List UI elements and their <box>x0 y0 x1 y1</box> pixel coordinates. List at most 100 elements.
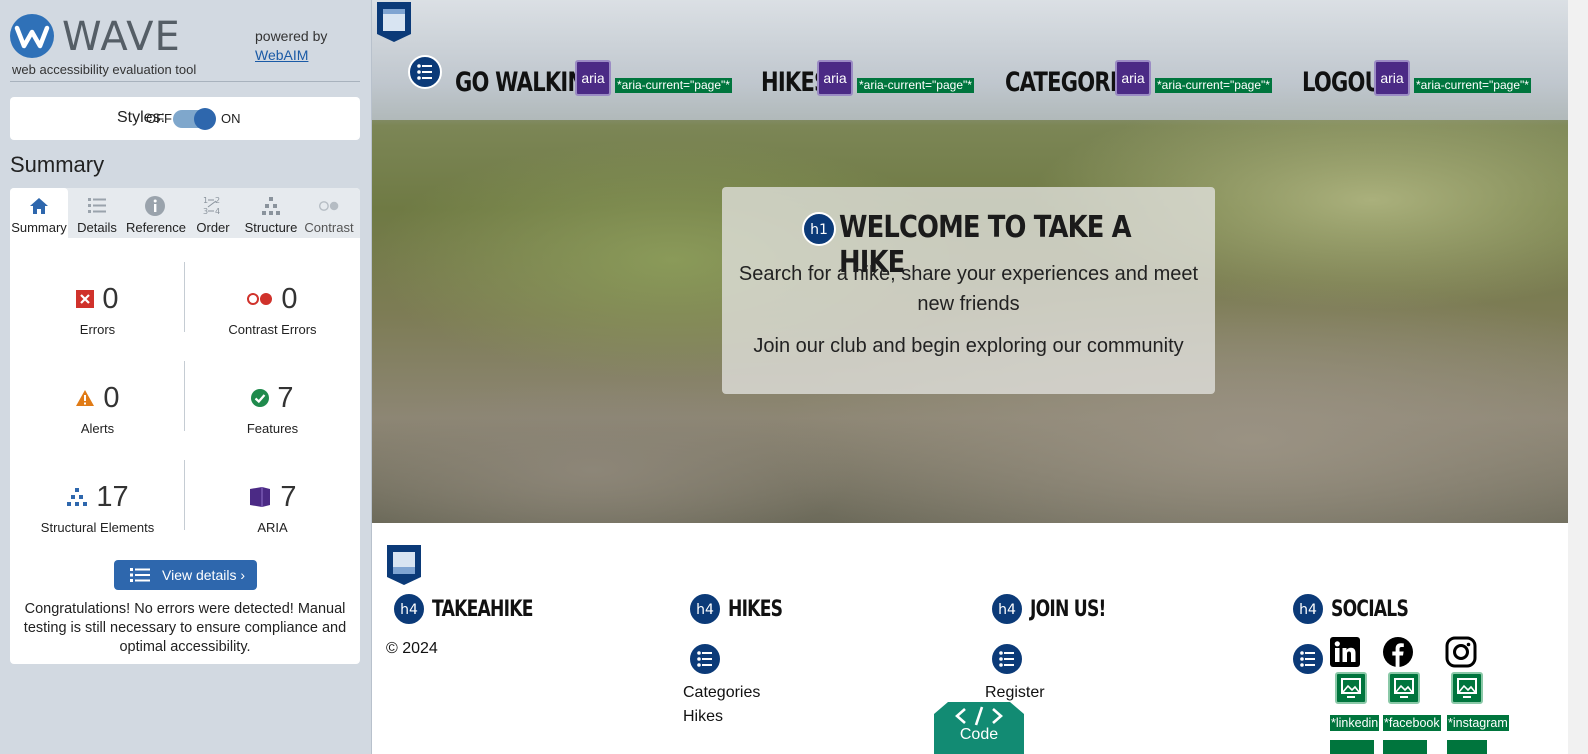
structural-count: 17 <box>96 480 129 513</box>
stat-aria[interactable]: 7 ARIA <box>185 462 360 552</box>
aria-cube-icon <box>250 487 271 507</box>
section-title: Summary <box>10 152 105 177</box>
contrast-errors-count: 0 <box>281 282 298 315</box>
tab-reference[interactable]: Reference <box>126 188 186 238</box>
footer-title: HIKES <box>728 596 783 622</box>
features-label: Features <box>246 421 299 436</box>
tab-label: Details <box>77 220 117 235</box>
footer-landmark-icon <box>387 545 421 585</box>
facebook-icon[interactable] <box>1382 636 1414 668</box>
summary-panel: Summary Details Reference 1234 Order Str… <box>10 188 360 664</box>
wave-logo-icon <box>10 14 54 58</box>
linked-image-icon <box>1335 672 1367 704</box>
nav-list-icon <box>408 55 442 89</box>
h4-badge-icon: h4 <box>392 592 426 626</box>
features-count: 7 <box>277 381 294 414</box>
aria-icon: aria <box>817 60 853 96</box>
tab-bar: Summary Details Reference 1234 Order Str… <box>10 188 360 238</box>
wave-brand: WAVE <box>62 14 181 60</box>
page-scrollbar[interactable] <box>1568 0 1588 754</box>
info-icon <box>145 196 165 216</box>
tab-summary[interactable]: Summary <box>10 188 68 238</box>
alerts-count: 0 <box>103 381 120 414</box>
svg-text:h4: h4 <box>998 602 1016 618</box>
svg-text:h4: h4 <box>696 602 714 618</box>
footer-link-hikes[interactable]: Hikes <box>683 708 723 726</box>
styles-off-label: OFF <box>146 111 172 126</box>
tab-details[interactable]: Details <box>68 188 126 238</box>
contrast-icon <box>319 201 339 211</box>
aria-count: 7 <box>280 480 297 513</box>
footer-link-categories[interactable]: Categories <box>683 684 760 702</box>
error-icon <box>76 290 95 308</box>
footer-heading-hikes: h4 HIKES <box>688 592 798 626</box>
aria-icon: aria <box>1374 60 1410 96</box>
tab-structure[interactable]: Structure <box>242 188 300 238</box>
tab-label: Contrast <box>304 220 354 235</box>
contrast-error-icon <box>247 293 273 305</box>
svg-text:2: 2 <box>215 196 220 205</box>
h4-badge-icon: h4 <box>688 592 722 626</box>
structure-icon <box>67 488 88 506</box>
h1-badge-icon: h1 <box>802 212 836 246</box>
linked-image-icon <box>1388 672 1420 704</box>
tab-label: Structure <box>244 220 298 235</box>
stat-structural[interactable]: 17 Structural Elements <box>10 462 185 552</box>
header-landmark-icon <box>377 2 411 42</box>
alert-icon <box>76 390 95 406</box>
stat-alerts[interactable]: 0 Alerts <box>10 363 185 453</box>
footer-heading-takeahike: h4 TAKEAHIKE <box>392 592 561 626</box>
footer-title: JOIN US! <box>1030 596 1106 622</box>
styles-toggle-box: Styles: OFF ON <box>10 97 360 140</box>
alt-label-overflow <box>1383 740 1427 754</box>
code-toggle-button[interactable]: Code <box>934 700 1024 754</box>
contrast-errors-label: Contrast Errors <box>228 322 317 337</box>
wave-subtitle: web accessibility evaluation tool <box>12 62 197 77</box>
svg-text:h4: h4 <box>1299 602 1317 618</box>
aria-current-label: *aria-current="page"* <box>857 78 974 93</box>
linkedin-alt-label: *linkedin <box>1330 715 1380 731</box>
errors-label: Errors <box>79 322 116 337</box>
aria-label: ARIA <box>257 520 288 535</box>
copyright-text: © 2024 <box>386 640 438 657</box>
instagram-alt-label: *instagram <box>1447 715 1509 731</box>
aria-current-label: *aria-current="page"* <box>1155 78 1272 93</box>
tab-label: Reference <box>126 220 186 235</box>
svg-text:3: 3 <box>203 207 208 216</box>
hero-card: h1 WELCOME TO TAKE A HIKE Search for a h… <box>722 187 1215 394</box>
instagram-icon[interactable] <box>1445 636 1477 668</box>
page-viewport: GO WALKING! aria *aria-current="page"* H… <box>372 0 1588 754</box>
stat-features[interactable]: 7 Features <box>185 363 360 453</box>
styles-on-label: ON <box>221 111 241 126</box>
stat-contrast-errors[interactable]: 0 Contrast Errors <box>185 264 360 354</box>
view-details-button[interactable]: View details › <box>114 560 257 590</box>
order-icon: 1 23 4 <box>203 196 220 216</box>
aria-current-label: *aria-current="page"* <box>1414 78 1531 93</box>
tab-order[interactable]: 1234 Order <box>184 188 242 238</box>
home-icon <box>30 198 48 214</box>
footer-title: SOCIALS <box>1331 596 1409 622</box>
linked-image-icon <box>1451 672 1483 704</box>
svg-text:4: 4 <box>215 207 220 216</box>
list-icon <box>88 198 106 213</box>
powered-by-label: powered by <box>255 28 328 44</box>
footer-heading-join: h4 JOIN US! <box>990 592 1127 626</box>
styles-toggle[interactable] <box>173 108 216 130</box>
stat-errors[interactable]: 0 Errors <box>10 264 185 354</box>
structure-icon <box>262 197 280 215</box>
code-label: Code <box>959 726 999 743</box>
badge-text: h1 <box>810 222 828 238</box>
errors-count: 0 <box>102 282 119 315</box>
footer-heading-socials: h4 SOCIALS <box>1291 592 1430 626</box>
list-icon <box>688 642 722 676</box>
webaim-link[interactable]: WebAIM <box>255 47 308 63</box>
footer-title: TAKEAHIKE <box>432 596 533 622</box>
tab-contrast[interactable]: Contrast <box>300 188 358 238</box>
aria-icon: aria <box>1115 60 1151 96</box>
h4-badge-icon: h4 <box>990 592 1024 626</box>
hero-tagline: Search for a hike, share your experience… <box>738 263 1199 315</box>
linkedin-icon[interactable] <box>1329 636 1361 668</box>
view-details-label: View details › <box>162 567 246 583</box>
feature-check-icon <box>251 389 270 407</box>
alt-label-overflow <box>1447 740 1487 754</box>
